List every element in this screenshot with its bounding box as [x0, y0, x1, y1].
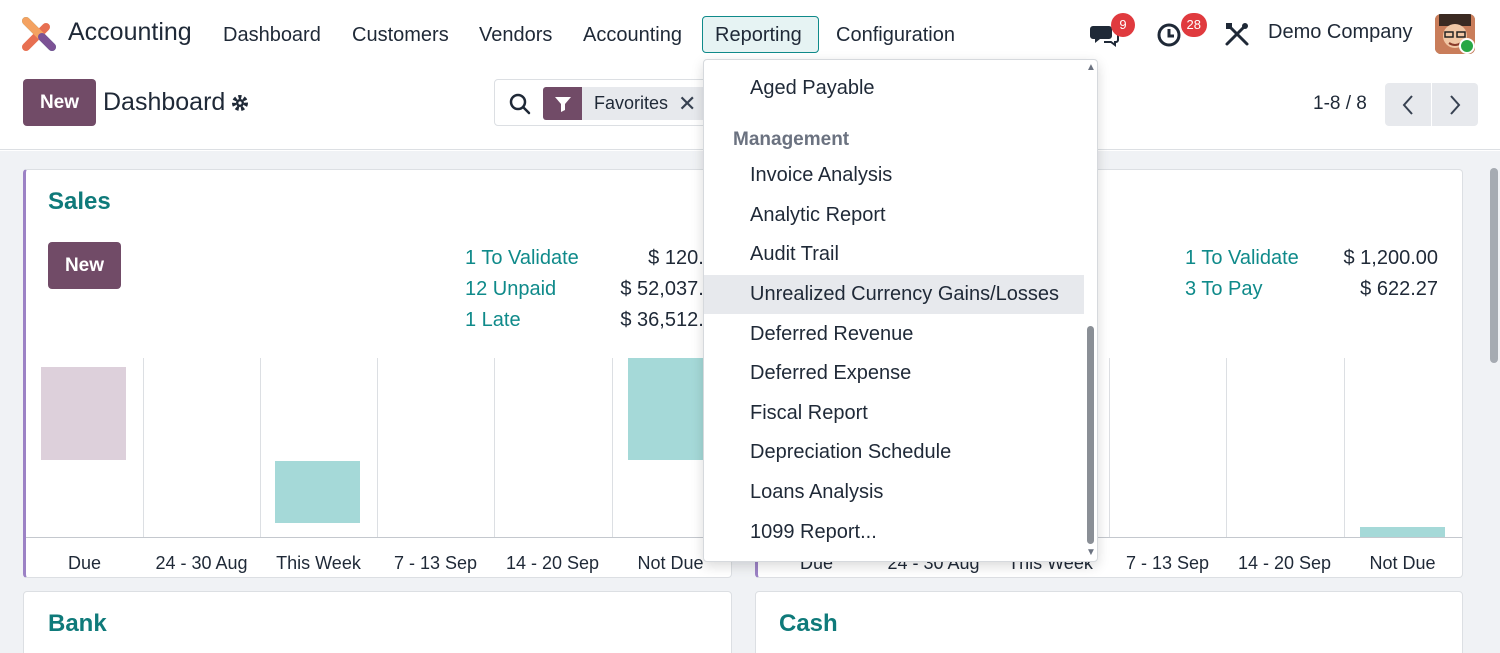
- chart-tick-label: 24 - 30 Aug: [155, 553, 248, 573]
- purchases-stat-label-to-validate[interactable]: 1 To Validate: [1185, 247, 1299, 270]
- chevron-right-icon: [1450, 94, 1461, 115]
- accounting-app-icon[interactable]: [22, 17, 56, 51]
- tools-icon: [1225, 23, 1249, 46]
- nav-configuration[interactable]: Configuration: [823, 16, 968, 53]
- gear-icon[interactable]: [230, 93, 250, 113]
- menu-item-deferred-revenue[interactable]: Deferred Revenue: [704, 315, 1084, 354]
- page-title: Dashboard: [103, 88, 226, 116]
- sales-chart[interactable]: Due 24 - 30 Aug This Week 7 - 13 Sep 14 …: [26, 358, 731, 578]
- sales-stat-label-late[interactable]: 1 Late: [465, 309, 521, 332]
- chart-bar-due[interactable]: [41, 367, 126, 460]
- chart-bar-not-due[interactable]: [1360, 527, 1445, 537]
- menu-item-unrealized-currency[interactable]: Unrealized Currency Gains/Losses: [704, 275, 1084, 314]
- nav-vendors[interactable]: Vendors: [466, 16, 565, 53]
- chart-gridline: [1226, 358, 1227, 537]
- menu-item-1099-report[interactable]: 1099 Report...: [704, 513, 1084, 552]
- sales-card-title[interactable]: Sales: [48, 188, 111, 216]
- messages-count-badge: 9: [1111, 13, 1135, 37]
- pager-next-button[interactable]: [1432, 83, 1478, 126]
- chart-tick-label: Due: [67, 553, 102, 573]
- chart-gridline: [612, 358, 613, 537]
- sales-stat-label-to-validate[interactable]: 1 To Validate: [465, 247, 579, 270]
- top-navbar: Accounting Dashboard Customers Vendors A…: [0, 0, 1500, 68]
- reporting-dropdown-menu: Aged Payable Management Invoice Analysis…: [703, 59, 1098, 562]
- chart-gridline: [1344, 358, 1345, 537]
- menu-item-loans-analysis[interactable]: Loans Analysis: [704, 473, 1084, 512]
- menu-item-audit-trail[interactable]: Audit Trail: [704, 235, 1084, 274]
- nav-customers[interactable]: Customers: [339, 16, 462, 53]
- chart-tick-label: 7 - 13 Sep: [393, 553, 478, 573]
- chart-gridline: [494, 358, 495, 537]
- filter-icon: [543, 87, 582, 120]
- chart-baseline: [26, 537, 731, 538]
- chart-gridline: [1109, 358, 1110, 537]
- menu-item-analytic-report[interactable]: Analytic Report: [704, 196, 1084, 235]
- chart-tick-label: Not Due: [1369, 553, 1436, 573]
- menu-item-invoice-analysis[interactable]: Invoice Analysis: [704, 156, 1084, 195]
- bank-card-title[interactable]: Bank: [48, 610, 107, 638]
- activities-button[interactable]: 28: [1155, 13, 1207, 50]
- purchases-stat-value-to-pay: $ 622.27: [1360, 278, 1438, 300]
- menu-item-depreciation-schedule[interactable]: Depreciation Schedule: [704, 433, 1084, 472]
- chart-gridline: [377, 358, 378, 537]
- sales-new-button[interactable]: New: [48, 242, 121, 289]
- pager-value[interactable]: 1-8 / 8: [1313, 93, 1367, 115]
- purchases-stat-value-to-validate: $ 1,200.00: [1343, 247, 1438, 269]
- menu-item-fiscal-report[interactable]: Fiscal Report: [704, 394, 1084, 433]
- chart-bar-not-due[interactable]: [628, 358, 713, 460]
- cash-journal-card: Cash: [755, 591, 1463, 653]
- search-facet[interactable]: Favorites ✕: [543, 87, 705, 120]
- scroll-down-arrow-icon[interactable]: ▼: [1085, 547, 1097, 558]
- chart-bar-this-week[interactable]: [275, 461, 360, 523]
- dropdown-scrollbar-thumb[interactable]: [1087, 326, 1094, 544]
- scroll-up-arrow-icon[interactable]: ▲: [1085, 62, 1097, 73]
- chart-tick-label: 14 - 20 Sep: [1237, 553, 1332, 573]
- sales-journal-card: Sales New 1 To Validate $ 120.00 12 Unpa…: [23, 169, 732, 578]
- nav-reporting[interactable]: Reporting: [702, 16, 819, 53]
- messages-button[interactable]: 9: [1090, 13, 1135, 50]
- purchases-stat-label-to-pay[interactable]: 3 To Pay: [1185, 278, 1262, 301]
- chevron-left-icon: [1402, 94, 1413, 115]
- nav-accounting[interactable]: Accounting: [570, 16, 695, 53]
- cash-card-title[interactable]: Cash: [779, 610, 838, 638]
- page-scrollbar[interactable]: [1490, 168, 1498, 363]
- menu-section-management: Management: [733, 129, 850, 150]
- chart-gridline: [143, 358, 144, 537]
- app-name[interactable]: Accounting: [68, 18, 192, 47]
- new-button[interactable]: New: [23, 79, 96, 126]
- activities-count-badge: 28: [1180, 13, 1207, 37]
- chart-gridline: [260, 358, 261, 537]
- facet-label: Favorites: [582, 87, 679, 120]
- menu-item-deferred-expense[interactable]: Deferred Expense: [704, 354, 1084, 393]
- online-status-dot: [1459, 38, 1475, 54]
- menu-item-aged-payable[interactable]: Aged Payable: [704, 69, 1084, 108]
- facet-close-icon[interactable]: ✕: [678, 87, 705, 120]
- search-icon[interactable]: [509, 93, 531, 115]
- chart-tick-label: This Week: [276, 553, 361, 573]
- pager-previous-button[interactable]: [1385, 83, 1431, 126]
- chart-tick-label: 7 - 13 Sep: [1125, 553, 1210, 573]
- bank-journal-card: Bank: [23, 591, 732, 653]
- sales-stat-label-unpaid[interactable]: 12 Unpaid: [465, 278, 556, 301]
- tools-button[interactable]: [1223, 20, 1253, 50]
- nav-dashboard[interactable]: Dashboard: [210, 16, 334, 53]
- chart-tick-label: 14 - 20 Sep: [505, 553, 600, 573]
- company-switcher[interactable]: Demo Company: [1268, 21, 1413, 44]
